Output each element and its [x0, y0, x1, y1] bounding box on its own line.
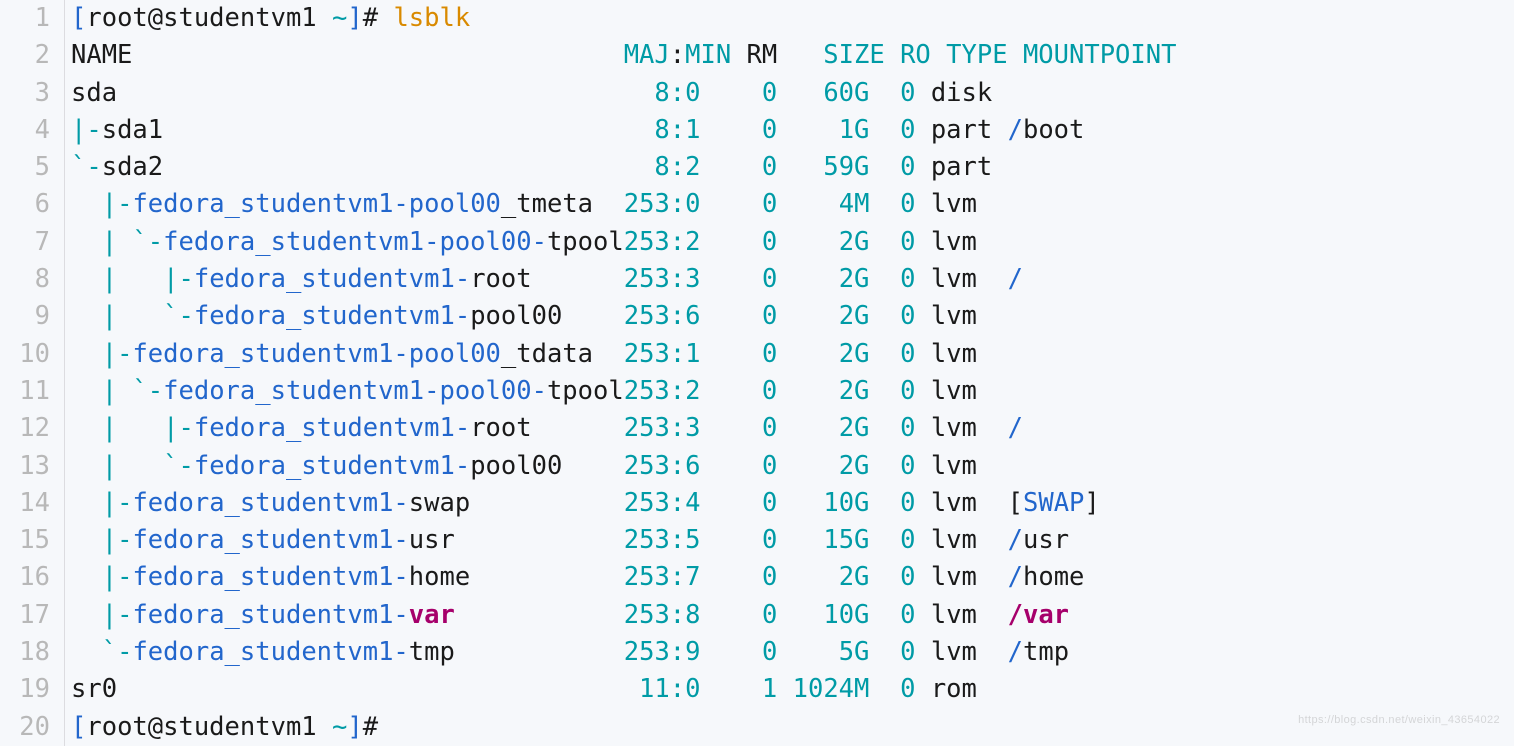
- line-number: 10: [0, 336, 64, 373]
- line-number: 2: [0, 37, 64, 74]
- code-line: |-fedora_studentvm1-var 253:8 0 10G 0 lv…: [71, 597, 1514, 634]
- code-line: [root@studentvm1 ~]# lsblk: [71, 0, 1514, 37]
- code-line: |-fedora_studentvm1-usr 253:5 0 15G 0 lv…: [71, 522, 1514, 559]
- code-line: |-fedora_studentvm1-home 253:7 0 2G 0 lv…: [71, 559, 1514, 596]
- code-line: `-sda2 8:2 0 59G 0 part: [71, 149, 1514, 186]
- line-number: 4: [0, 112, 64, 149]
- line-number: 12: [0, 410, 64, 447]
- code-line: sda 8:0 0 60G 0 disk: [71, 75, 1514, 112]
- line-number: 16: [0, 559, 64, 596]
- code-line: |-fedora_studentvm1-pool00_tmeta 253:0 0…: [71, 186, 1514, 223]
- code-editor: 1234567891011121314151617181920 [root@st…: [0, 0, 1514, 746]
- line-number: 14: [0, 485, 64, 522]
- line-number: 7: [0, 224, 64, 261]
- line-number: 1: [0, 0, 64, 37]
- code-line: | `-fedora_studentvm1-pool00-tpool253:2 …: [71, 224, 1514, 261]
- code-line: |-fedora_studentvm1-pool00_tdata 253:1 0…: [71, 336, 1514, 373]
- line-number: 17: [0, 597, 64, 634]
- code-line: | `-fedora_studentvm1-pool00 253:6 0 2G …: [71, 298, 1514, 335]
- line-number: 19: [0, 671, 64, 708]
- line-number: 3: [0, 75, 64, 112]
- watermark-text: https://blog.csdn.net/weixin_43654022: [1298, 714, 1500, 726]
- code-line: | `-fedora_studentvm1-pool00 253:6 0 2G …: [71, 448, 1514, 485]
- code-line: `-fedora_studentvm1-tmp 253:9 0 5G 0 lvm…: [71, 634, 1514, 671]
- code-line: sr0 11:0 1 1024M 0 rom: [71, 671, 1514, 708]
- code-line: | `-fedora_studentvm1-pool00-tpool253:2 …: [71, 373, 1514, 410]
- line-number: 13: [0, 448, 64, 485]
- line-number: 18: [0, 634, 64, 671]
- line-number: 9: [0, 298, 64, 335]
- line-number: 20: [0, 709, 64, 746]
- code-line: | |-fedora_studentvm1-root 253:3 0 2G 0 …: [71, 410, 1514, 447]
- line-number: 15: [0, 522, 64, 559]
- line-number-gutter: 1234567891011121314151617181920: [0, 0, 64, 746]
- code-line: |-fedora_studentvm1-swap 253:4 0 10G 0 l…: [71, 485, 1514, 522]
- code-line: NAME MAJ:MIN RM SIZE RO TYPE MOUNTPOINT: [71, 37, 1514, 74]
- code-line: | |-fedora_studentvm1-root 253:3 0 2G 0 …: [71, 261, 1514, 298]
- line-number: 5: [0, 149, 64, 186]
- line-number: 11: [0, 373, 64, 410]
- code-line: |-sda1 8:1 0 1G 0 part /boot: [71, 112, 1514, 149]
- line-number: 6: [0, 186, 64, 223]
- line-number: 8: [0, 261, 64, 298]
- code-area[interactable]: [root@studentvm1 ~]# lsblkNAME MAJ:MIN R…: [64, 0, 1514, 746]
